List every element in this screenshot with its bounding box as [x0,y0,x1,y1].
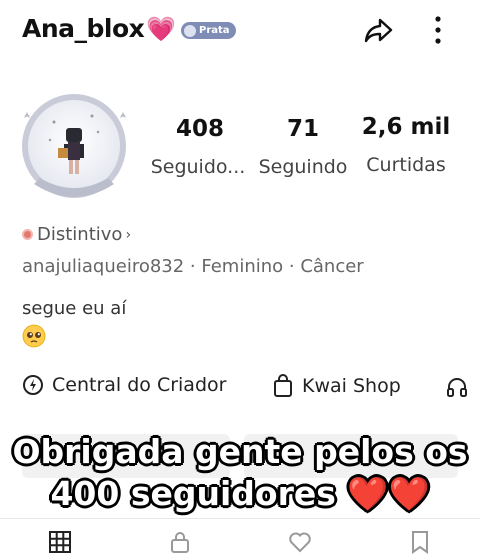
profile-bio: segue eu aí [22,298,127,319]
shop-bag-icon [274,374,292,397]
like-tab-icon[interactable] [288,530,312,554]
following-count[interactable]: 71 [266,116,340,142]
caption-line-1: Obrigada gente pelos os [12,432,468,471]
followers-count[interactable]: 408 [150,116,250,142]
following-label[interactable]: Seguindo [254,156,352,178]
grid-tab-icon[interactable] [48,530,72,554]
bookmark-tab-icon[interactable] [408,530,432,554]
kwai-shop-label: Kwai Shop [302,375,401,397]
creator-center-icon [23,375,43,395]
avatar[interactable] [14,88,134,208]
creator-center-label: Central do Criador [52,374,227,396]
share-icon[interactable] [362,14,394,46]
profile-username: Ana_blox [22,14,145,43]
pleading-emoji-icon [22,324,46,348]
distintivo-link[interactable]: Distintivo › [22,224,131,245]
caption-line-2: 400 seguidores ❤️❤️ [50,474,430,513]
headphones-icon[interactable] [446,376,468,398]
likes-count[interactable]: 2,6 mil [356,114,456,140]
more-icon[interactable] [426,14,450,46]
profile-meta: anajuliaqueiro832 · Feminino · Câncer [22,256,364,277]
heart-icon: 💗 [146,15,176,43]
creator-center-button[interactable]: Central do Criador [22,374,226,396]
kwai-shop-button[interactable]: Kwai Shop [272,374,401,398]
badge-icon [184,24,196,37]
likes-label[interactable]: Curtidas [358,154,454,176]
lock-tab-icon[interactable] [168,530,192,554]
level-badge[interactable]: Prata [181,22,236,39]
badge-label: Prata [199,25,230,36]
distintivo-label: Distintivo [37,224,123,245]
chevron-right-icon: › [125,226,132,243]
distintivo-icon [22,229,33,240]
followers-label[interactable]: Seguido... [146,156,250,178]
